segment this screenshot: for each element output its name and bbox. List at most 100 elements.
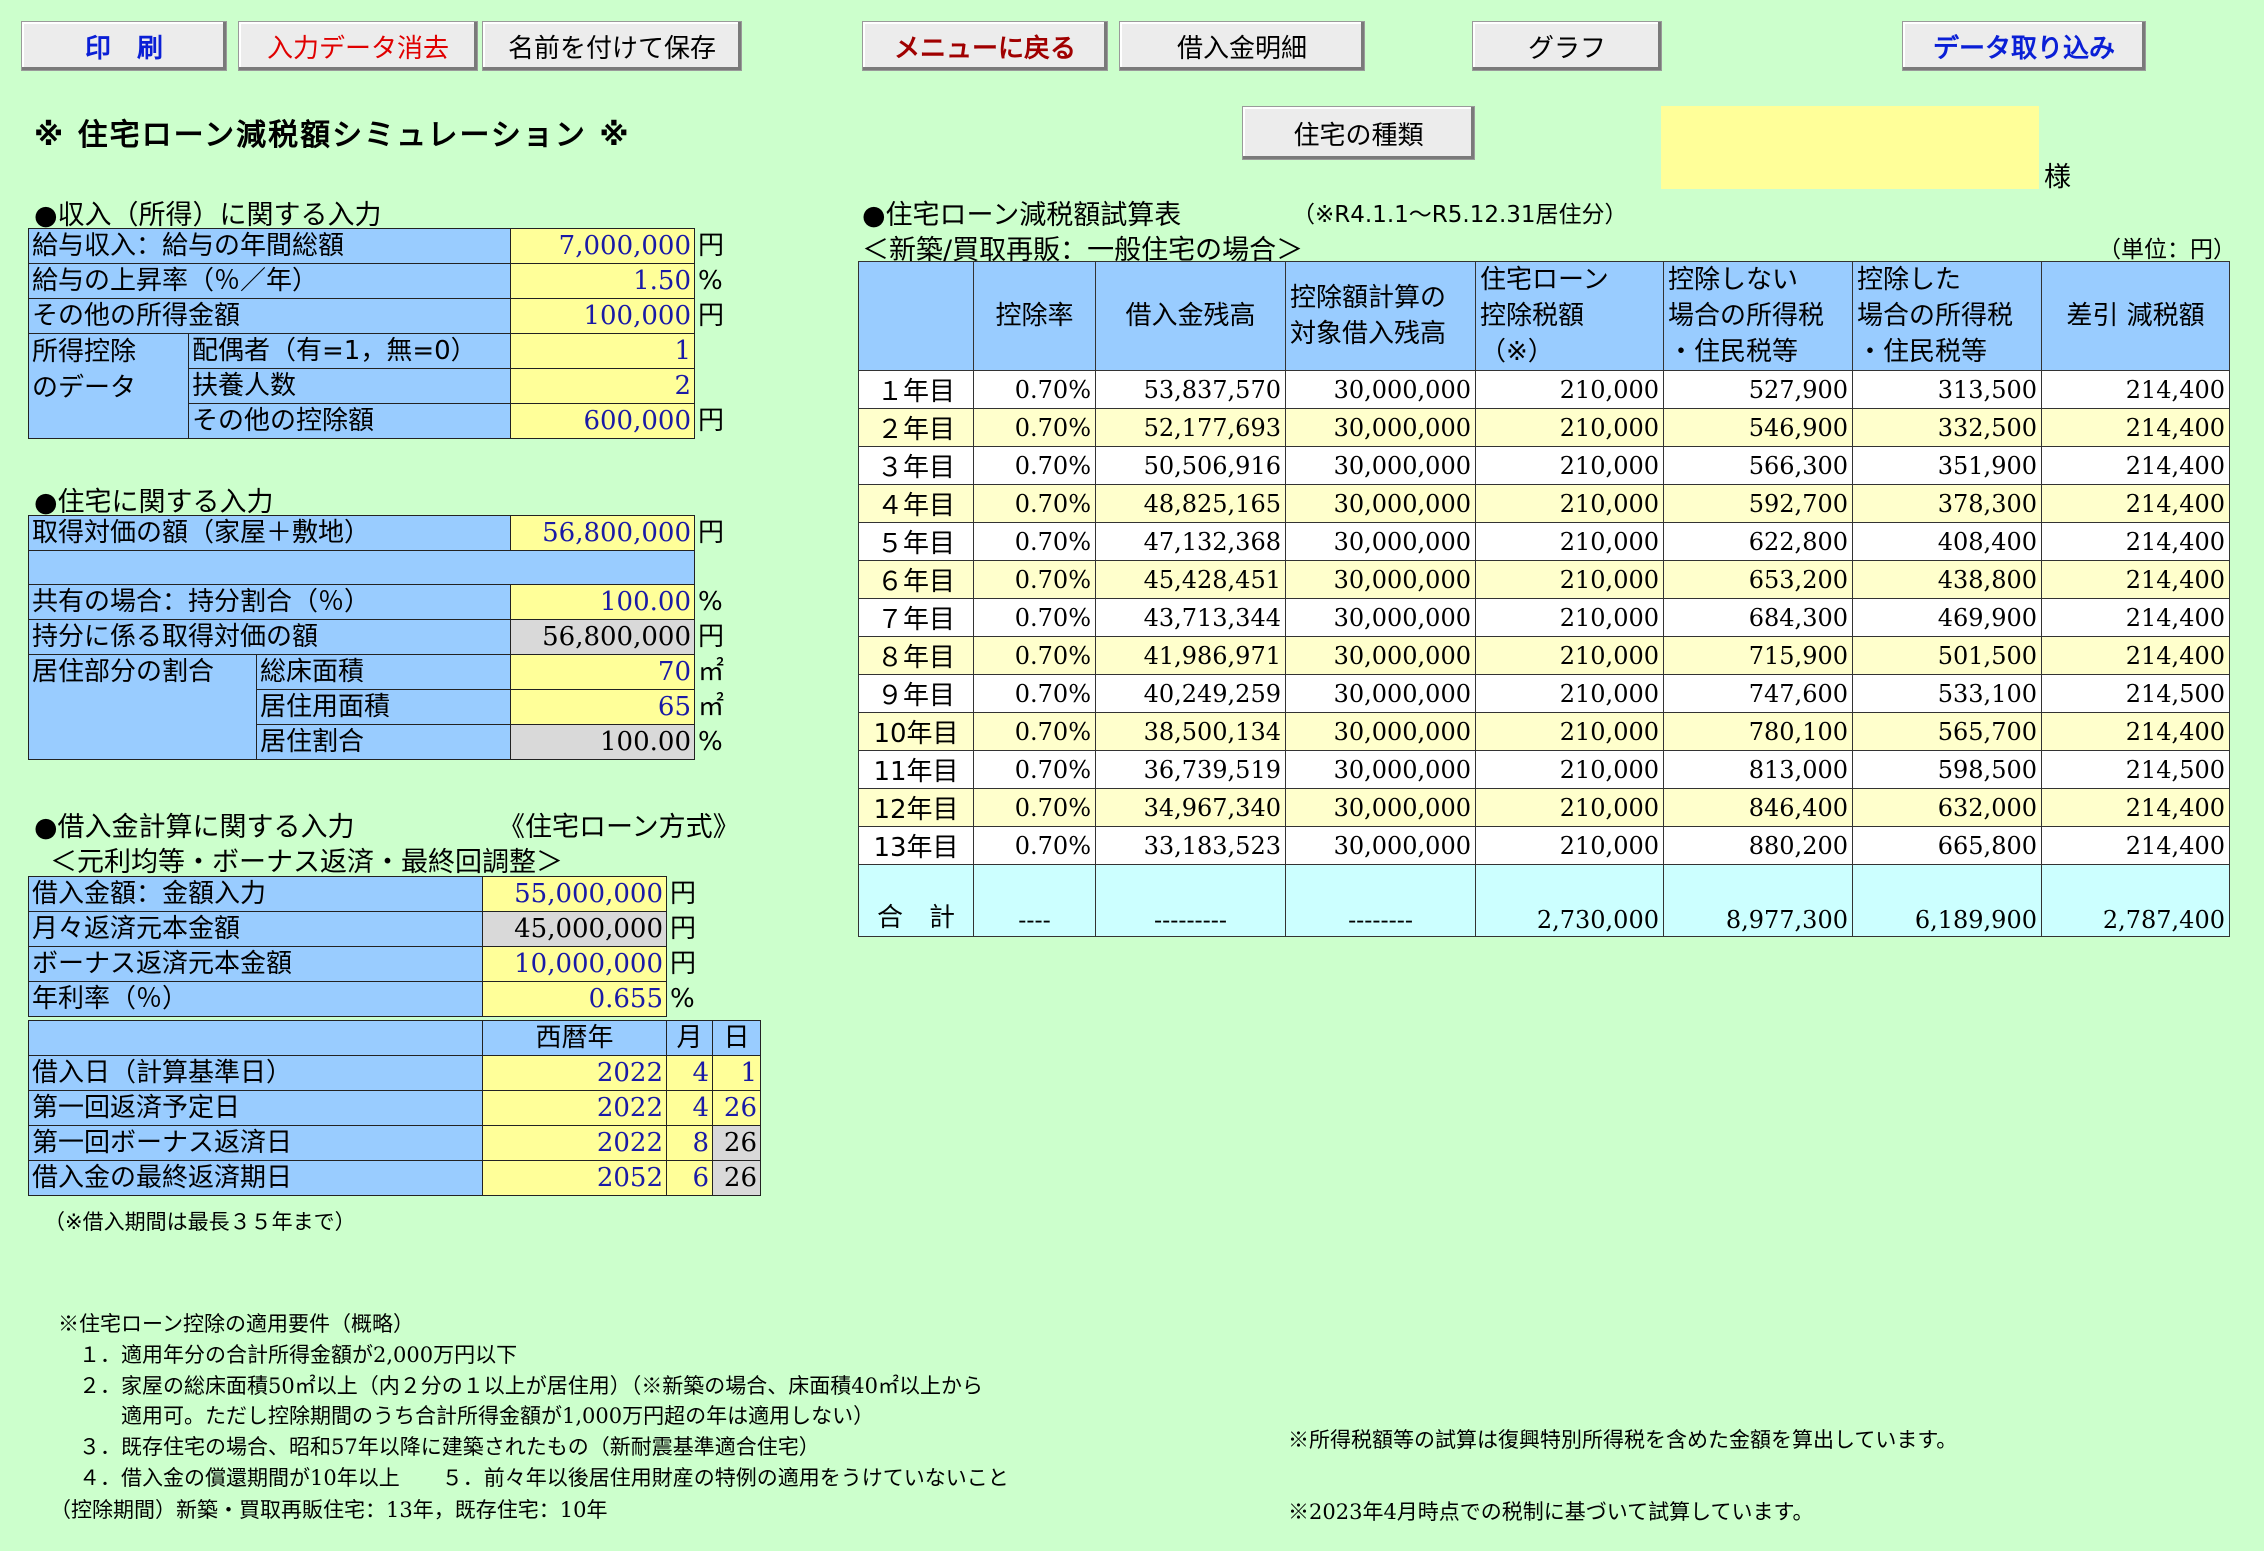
first-bonus-month-input[interactable]: 8 <box>666 1125 713 1161</box>
first-bonus-year-input[interactable]: 2022 <box>482 1125 667 1161</box>
living-floor-input[interactable]: 65 <box>510 689 695 725</box>
year-cell: ５年目 <box>858 522 974 561</box>
diff-cell: 214,400 <box>2041 522 2230 561</box>
borrow-month-input[interactable]: 4 <box>666 1055 713 1091</box>
balance-cell: 33,183,523 <box>1095 826 1286 865</box>
target-cell: 30,000,000 <box>1285 712 1476 751</box>
credit-cell: 210,000 <box>1475 750 1664 789</box>
table-row: ５年目 0.70% 47,132,368 30,000,000 210,000 622,8… <box>858 522 2230 561</box>
without-col-header: 控除しない 場合の所得税 ・住民税等 <box>1663 261 1853 371</box>
table-row: 11年目 0.70% 36,739,519 30,000,000 210,000 813,… <box>858 750 2230 789</box>
final-payment-month-input[interactable]: 6 <box>666 1160 713 1196</box>
price-input[interactable]: 56,800,000 <box>510 515 695 551</box>
graph-button[interactable]: グラフ <box>1472 21 1662 71</box>
price-label: 取得対価の額（家屋＋敷地） <box>28 515 511 551</box>
target-col-header: 控除額計算の 対象借入残高 <box>1285 261 1476 371</box>
first-payment-year-input[interactable]: 2022 <box>482 1090 667 1126</box>
total-credit-cell: 2,730,000 <box>1475 864 1664 937</box>
target-cell: 30,000,000 <box>1285 750 1476 789</box>
share-input[interactable]: 100.00 <box>510 584 695 620</box>
with-cell: 533,100 <box>1852 674 2042 713</box>
tax-note-1: ※所得税額等の試算は復興特別所得税を含めた金額を算出しています。 <box>1288 1428 1958 1452</box>
save-as-button[interactable]: 名前を付けて保存 <box>482 21 742 71</box>
diff-cell: 214,400 <box>2041 370 2230 409</box>
loan-date-table: 西暦年月日 借入日（計算基準日） 2022 4 1 第一回返済予定日 2022 4 26 第… <box>28 1020 761 1196</box>
interest-rate-input[interactable]: 0.655 <box>482 981 667 1017</box>
diff-cell: 214,400 <box>2041 788 2230 827</box>
back-to-menu-button[interactable]: メニューに戻る <box>862 21 1108 71</box>
rate-cell: 0.70% <box>973 712 1096 751</box>
share-price-value: 56,800,000 <box>510 619 695 655</box>
loan-period-note: （※借入期間は最長３５年まで） <box>44 1210 356 1234</box>
with-cell: 632,000 <box>1852 788 2042 827</box>
requirement-line: （控除期間）新築・買取再販住宅：13年，既存住宅：10年 <box>50 1498 608 1522</box>
credit-cell: 210,000 <box>1475 712 1664 751</box>
living-ratio-label: 居住割合 <box>256 724 511 760</box>
diff-cell: 214,500 <box>2041 750 2230 789</box>
salary-growth-input[interactable]: 1.50 <box>510 263 695 299</box>
loan-amount-input[interactable]: 55,000,000 <box>482 876 667 912</box>
credit-cell: 210,000 <box>1475 484 1664 523</box>
other-deduction-label: その他の控除額 <box>188 403 511 439</box>
salary-label: 給与収入：給与の年間総額 <box>28 228 511 264</box>
bonus-principal-label: ボーナス返済元本金額 <box>28 946 483 982</box>
borrow-year-input[interactable]: 2022 <box>482 1055 667 1091</box>
target-cell: 30,000,000 <box>1285 598 1476 637</box>
borrow-date-label: 借入日（計算基準日） <box>28 1055 483 1091</box>
client-name-input[interactable] <box>1661 106 2039 189</box>
total-floor-input[interactable]: 70 <box>510 654 695 690</box>
rate-cell: 0.70% <box>973 750 1096 789</box>
rate-cell: 0.70% <box>973 370 1096 409</box>
loan-section-title: ●借入金計算に関する入力 <box>34 812 355 843</box>
requirement-line: ２．家屋の総床面積50㎡以上（内２分の１以上が居住用）（※新築の場合、床面積40… <box>58 1374 983 1398</box>
requirement-line: ３．既存住宅の場合、昭和57年以降に建築されたもの（新耐震基準適合住宅） <box>58 1435 820 1459</box>
page-title: ※ 住宅ローン減税額シミュレーション ※ <box>34 118 631 153</box>
loan-detail-button[interactable]: 借入金明細 <box>1119 21 1365 71</box>
calc-unit: （単位：円） <box>2098 237 2236 263</box>
balance-cell: 45,428,451 <box>1095 560 1286 599</box>
target-cell: 30,000,000 <box>1285 484 1476 523</box>
other-income-input[interactable]: 100,000 <box>510 298 695 334</box>
bonus-principal-input[interactable]: 10,000,000 <box>482 946 667 982</box>
with-cell: 408,400 <box>1852 522 2042 561</box>
calc-period: （※R4.1.1～R5.12.31居住分） <box>1292 202 1628 228</box>
rate-cell: 0.70% <box>973 826 1096 865</box>
credit-cell: 210,000 <box>1475 446 1664 485</box>
borrow-day-input[interactable]: 1 <box>712 1055 761 1091</box>
year-header: 西暦年 <box>482 1020 667 1056</box>
table-row: ２年目 0.70% 52,177,693 30,000,000 210,000 546,9… <box>858 408 2230 447</box>
other-income-label: その他の所得金額 <box>28 298 511 334</box>
with-cell: 565,700 <box>1852 712 2042 751</box>
diff-cell: 214,400 <box>2041 484 2230 523</box>
target-cell: 30,000,000 <box>1285 636 1476 675</box>
clear-input-button[interactable]: 入力データ消去 <box>238 21 478 71</box>
balance-cell: 48,825,165 <box>1095 484 1286 523</box>
loan-amount-label: 借入金額：金額入力 <box>28 876 483 912</box>
target-cell: 30,000,000 <box>1285 674 1476 713</box>
final-payment-year-input[interactable]: 2052 <box>482 1160 667 1196</box>
other-deduction-input[interactable]: 600,000 <box>510 403 695 439</box>
house-type-button[interactable]: 住宅の種類 <box>1242 106 1475 160</box>
with-col-header: 控除した 場合の所得税 ・住民税等 <box>1852 261 2042 371</box>
first-payment-month-input[interactable]: 4 <box>666 1090 713 1126</box>
print-button[interactable]: 印 刷 <box>21 21 227 71</box>
residence-group-label: 居住部分の割合 <box>28 654 257 760</box>
without-cell: 747,600 <box>1663 674 1853 713</box>
target-cell: 30,000,000 <box>1285 560 1476 599</box>
requirement-line: ※住宅ローン控除の適用要件（概略） <box>58 1312 414 1336</box>
first-payment-day-input[interactable]: 26 <box>712 1090 761 1126</box>
year-cell: １年目 <box>858 370 974 409</box>
diff-cell: 214,400 <box>2041 408 2230 447</box>
without-cell: 846,400 <box>1663 788 1853 827</box>
without-cell: 780,100 <box>1663 712 1853 751</box>
calc-section-title: ●住宅ローン減税額試算表 <box>862 200 1182 231</box>
rate-cell: 0.70% <box>973 598 1096 637</box>
salary-input[interactable]: 7,000,000 <box>510 228 695 264</box>
dependents-input[interactable]: 2 <box>510 368 695 404</box>
spouse-input[interactable]: 1 <box>510 333 695 369</box>
import-data-button[interactable]: データ取り込み <box>1902 21 2146 71</box>
table-row: ６年目 0.70% 45,428,451 30,000,000 210,000 653,2… <box>858 560 2230 599</box>
total-balance-cell: --------- <box>1095 864 1286 937</box>
balance-cell: 52,177,693 <box>1095 408 1286 447</box>
spouse-label: 配偶者（有=1，無=0） <box>188 333 511 369</box>
